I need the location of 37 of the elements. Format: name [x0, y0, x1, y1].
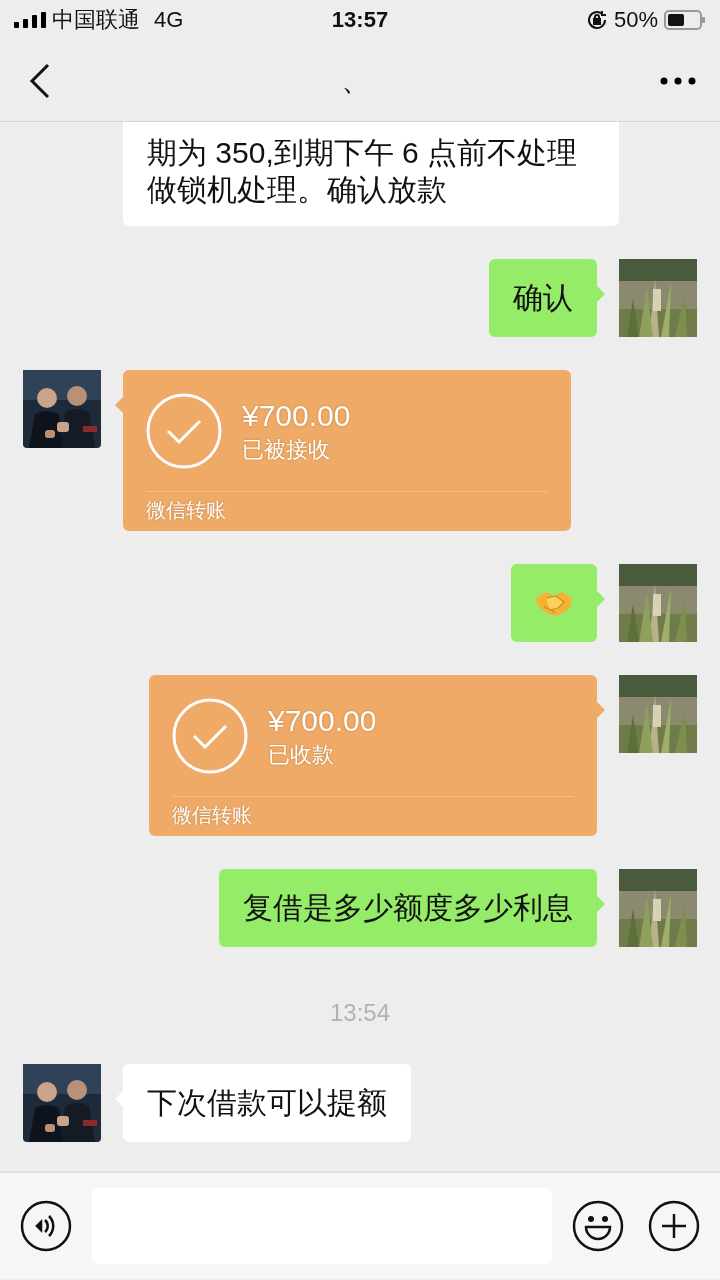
chat-title: 、: [341, 62, 371, 98]
bubble-tail: [597, 702, 605, 718]
signal-icon: [14, 12, 46, 28]
back-icon: [28, 62, 52, 99]
transfer-label: 微信转账: [172, 803, 253, 828]
timestamp: 13:54: [329, 999, 391, 1027]
check-circle-icon: [146, 393, 222, 469]
voice-icon: [20, 1200, 72, 1252]
emoji-button[interactable]: [572, 1200, 624, 1252]
back-button[interactable]: [28, 62, 52, 99]
carrier-name: 中国联通: [52, 6, 140, 34]
transfer-label: 微信转账: [146, 498, 227, 523]
transfer-card[interactable]: ¥700.00 已被接收 微信转账: [123, 370, 571, 531]
more-icon: [660, 76, 696, 85]
rotation-lock-icon: [585, 9, 608, 31]
battery-percent: 50%: [613, 7, 658, 33]
clock-time: 13:57: [331, 7, 389, 33]
voice-button[interactable]: [20, 1200, 72, 1252]
transfer-status: 已被接收: [242, 436, 331, 464]
message-bubble: 复借是多少额度多少利息: [219, 869, 597, 947]
message-bubble: 期为 350,到期下午 6 点前不处理做锁机处理。确认放款: [123, 122, 619, 226]
transfer-amount: ¥700.00: [268, 703, 377, 739]
bubble-tail: [115, 397, 123, 413]
network-type: 4G: [154, 7, 184, 33]
more-button[interactable]: [660, 76, 696, 85]
bubble-tail: [597, 286, 605, 302]
transfer-amount: ¥700.00: [242, 398, 351, 434]
smiley-icon: [572, 1200, 624, 1252]
message-bubble: 确认: [489, 259, 597, 337]
battery-icon: [664, 10, 706, 30]
plus-icon: [648, 1200, 700, 1252]
check-circle-icon: [172, 698, 248, 774]
message-bubble: 下次借款可以提额: [123, 1064, 411, 1142]
bubble-tail: [597, 896, 605, 912]
transfer-card[interactable]: ¥700.00 已收款 微信转账: [149, 675, 597, 836]
add-button[interactable]: [648, 1200, 700, 1252]
transfer-status: 已收款: [268, 741, 335, 769]
